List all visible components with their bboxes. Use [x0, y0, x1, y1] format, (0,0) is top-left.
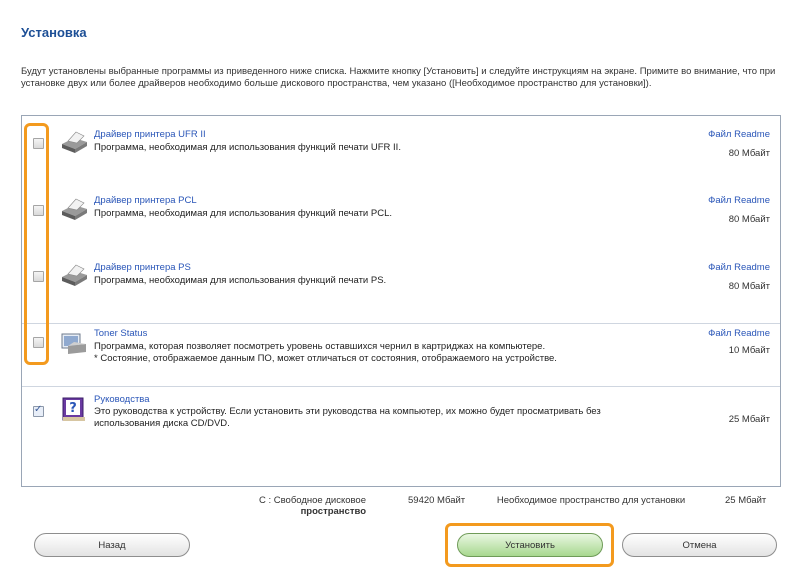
list-item-ufr2: Драйвер принтера UFR II Программа, необх…: [22, 116, 780, 180]
drive-space-label: С : Свободное дисковое пространство: [246, 495, 366, 517]
item-size-toner-status: 10 Мбайт: [728, 345, 770, 356]
back-button[interactable]: Назад: [34, 533, 190, 557]
item-desc-ps: Программа, необходимая для использования…: [94, 275, 387, 286]
required-space-value: 25 Мбайт: [725, 495, 767, 506]
item-desc2-toner-status: * Состояние, отображаемое данным ПО, мож…: [94, 353, 557, 364]
printer-icon: [60, 263, 88, 287]
item-name-ps[interactable]: Драйвер принтера PS: [94, 262, 191, 273]
required-space-label: Необходимое пространство для установки: [496, 495, 686, 506]
drive-label: С : Свободное дисковое: [258, 495, 366, 506]
intro-text: Будут установлены выбранные программы из…: [21, 66, 776, 89]
manual-help-icon: ?: [60, 396, 88, 421]
printer-icon: [60, 130, 88, 154]
item-size-ufr2: 80 Мбайт: [728, 148, 770, 159]
cancel-button[interactable]: Отмена: [622, 533, 777, 557]
toner-status-icon: [60, 330, 88, 354]
readme-link-ps[interactable]: Файл Readme: [708, 262, 770, 273]
svg-text:?: ?: [69, 401, 77, 416]
checkbox-highlight: [24, 123, 49, 365]
checkbox-manuals[interactable]: [33, 404, 44, 417]
list-item-ps: Драйвер принтера PS Программа, необходим…: [22, 248, 780, 320]
list-item-pcl: Драйвер принтера PCL Программа, необходи…: [22, 180, 780, 248]
list-item-manuals: ? Руководства Это руководства к устройст…: [22, 389, 780, 449]
readme-link-toner-status[interactable]: Файл Readme: [708, 328, 770, 339]
program-list: Драйвер принтера UFR II Программа, необх…: [21, 115, 781, 487]
item-desc-toner-status: Программа, которая позволяет посмотреть …: [94, 341, 546, 352]
item-size-manuals: 25 Мбайт: [728, 414, 770, 425]
drive-label-bold: пространство: [300, 506, 366, 517]
free-space-value: 59420 Мбайт: [408, 495, 466, 506]
item-size-pcl: 80 Мбайт: [728, 214, 770, 225]
item-desc-ufr2: Программа, необходимая для использования…: [94, 142, 401, 153]
readme-link-pcl[interactable]: Файл Readme: [708, 195, 770, 206]
item-name-pcl[interactable]: Драйвер принтера PCL: [94, 195, 197, 206]
list-item-toner-status: Toner Status Программа, которая позволяе…: [22, 323, 780, 387]
item-desc-manuals: Это руководства к устройству. Если устан…: [94, 406, 601, 429]
page-title: Установка: [21, 25, 87, 40]
item-name-manuals[interactable]: Руководства: [94, 394, 150, 405]
item-desc-pcl: Программа, необходимая для использования…: [94, 208, 392, 219]
install-button-highlight: [445, 523, 614, 567]
readme-link-ufr2[interactable]: Файл Readme: [708, 129, 770, 140]
printer-icon: [60, 197, 88, 221]
item-name-toner-status[interactable]: Toner Status: [94, 328, 147, 339]
item-size-ps: 80 Мбайт: [728, 281, 770, 292]
item-name-ufr2[interactable]: Драйвер принтера UFR II: [94, 129, 206, 140]
